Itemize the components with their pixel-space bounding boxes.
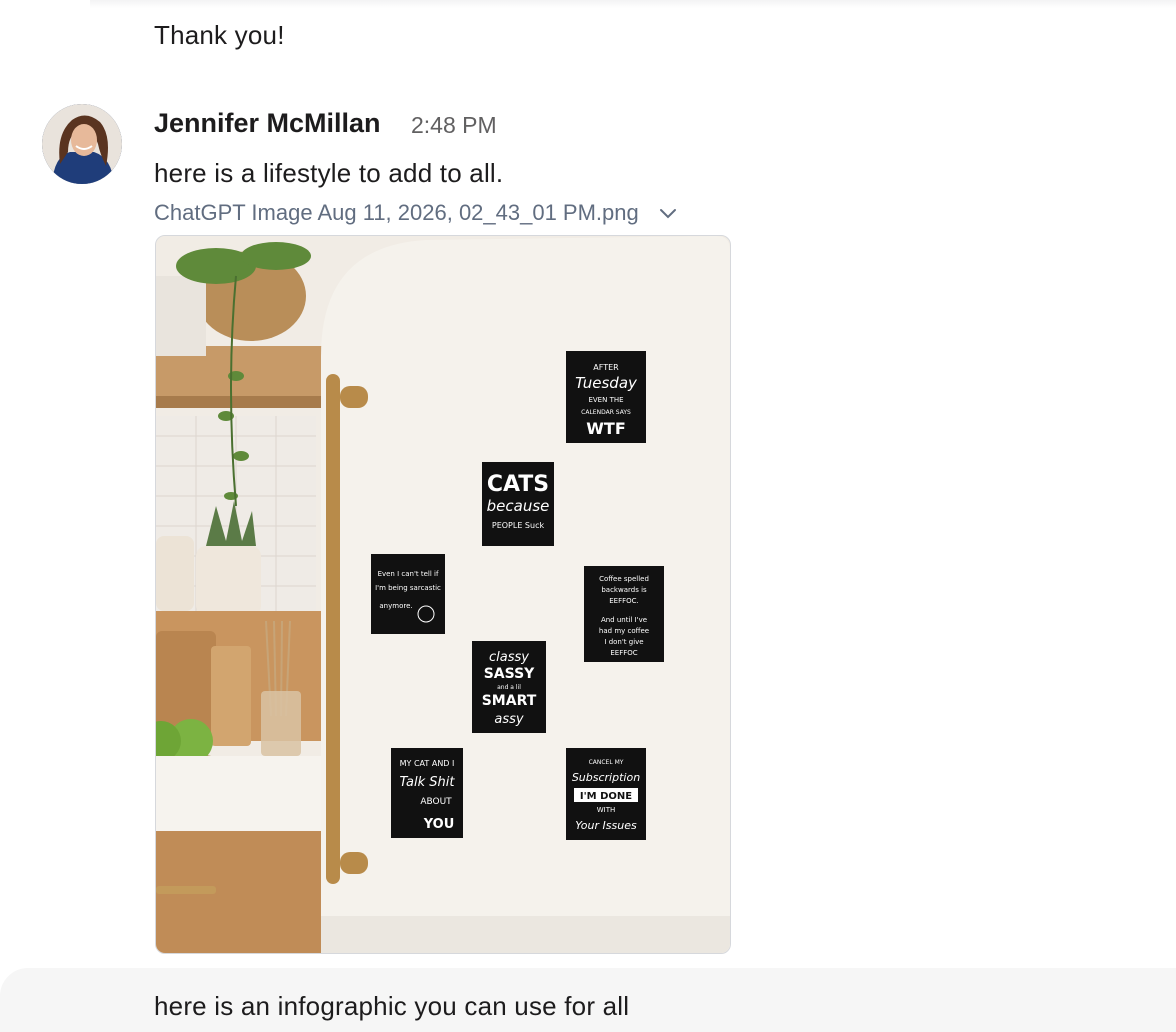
user-avatar[interactable] <box>42 104 122 184</box>
magnet-classy-sassy: classy SASSY and a lil SMART assy <box>472 641 546 733</box>
svg-text:Even I can't tell if: Even I can't tell if <box>378 570 439 578</box>
svg-text:PEOPLE Suck: PEOPLE Suck <box>492 521 545 530</box>
magnet-cats: CATS because PEOPLE Suck <box>482 462 554 546</box>
svg-text:SMART: SMART <box>482 693 537 709</box>
magnet-my-cat: MY CAT AND I Talk Shit ABOUT YOU <box>391 748 463 838</box>
magnet-sarcastic: Even I can't tell if I'm being sarcastic… <box>371 554 445 634</box>
message-text: here is a lifestyle to add to all. <box>154 158 504 188</box>
svg-text:I'm being sarcastic: I'm being sarcastic <box>375 584 441 592</box>
previous-message-text: Thank you! <box>154 20 285 50</box>
svg-text:SASSY: SASSY <box>484 666 535 682</box>
svg-text:WTF: WTF <box>586 419 626 438</box>
svg-text:WITH: WITH <box>597 806 616 814</box>
svg-text:backwards is: backwards is <box>601 586 647 594</box>
magnet-after-tuesday: AFTER Tuesday EVEN THE CALENDAR SAYS WTF <box>566 351 646 443</box>
svg-text:I'M DONE: I'M DONE <box>580 791 632 802</box>
sender-name[interactable]: Jennifer McMillan <box>154 108 381 139</box>
fridge-lifestyle-image: AFTER Tuesday EVEN THE CALENDAR SAYS WTF… <box>156 236 730 953</box>
plant-pot <box>196 546 261 616</box>
svg-text:classy: classy <box>489 650 529 665</box>
svg-text:Talk Shit: Talk Shit <box>399 775 455 790</box>
svg-text:EEFFOC.: EEFFOC. <box>609 597 639 605</box>
svg-text:Tuesday: Tuesday <box>575 374 638 392</box>
attachment-filename[interactable]: ChatGPT Image Aug 11, 2026, 02_43_01 PM.… <box>154 200 639 226</box>
magnet-coffee: Coffee spelled backwards is EEFFOC. And … <box>584 566 664 662</box>
attachment-file-row: ChatGPT Image Aug 11, 2026, 02_43_01 PM.… <box>154 200 679 226</box>
svg-text:Your Issues: Your Issues <box>575 819 637 832</box>
svg-text:YOU: YOU <box>423 817 455 832</box>
svg-text:Subscription: Subscription <box>572 771 640 784</box>
svg-text:AFTER: AFTER <box>593 363 619 372</box>
avatar-photo <box>42 104 122 184</box>
svg-text:because: because <box>487 497 550 515</box>
svg-text:CALENDAR SAYS: CALENDAR SAYS <box>581 409 631 416</box>
message-divider <box>90 0 1176 8</box>
next-message-text: here is an infographic you can use for a… <box>154 991 630 1021</box>
message-timestamp[interactable]: 2:48 PM <box>411 112 497 139</box>
svg-text:CANCEL MY: CANCEL MY <box>589 759 624 766</box>
svg-text:MY CAT AND I: MY CAT AND I <box>400 759 455 768</box>
svg-text:had my coffee: had my coffee <box>599 627 649 635</box>
image-attachment[interactable]: AFTER Tuesday EVEN THE CALENDAR SAYS WTF… <box>155 235 731 954</box>
svg-text:anymore.: anymore. <box>379 602 412 610</box>
svg-text:CATS: CATS <box>487 472 549 497</box>
svg-text:ABOUT: ABOUT <box>420 797 452 807</box>
svg-text:and a lil: and a lil <box>497 684 521 691</box>
svg-text:assy: assy <box>494 712 524 727</box>
svg-text:EVEN THE: EVEN THE <box>588 396 623 404</box>
svg-text:EEFFOC: EEFFOC <box>610 649 637 657</box>
chevron-down-icon[interactable] <box>657 202 679 224</box>
magnet-subscription: CANCEL MY Subscription I'M DONE WITH You… <box>566 748 646 840</box>
svg-text:I don't give: I don't give <box>604 638 643 646</box>
svg-text:And until I've: And until I've <box>601 616 647 624</box>
svg-text:Coffee spelled: Coffee spelled <box>599 575 649 583</box>
